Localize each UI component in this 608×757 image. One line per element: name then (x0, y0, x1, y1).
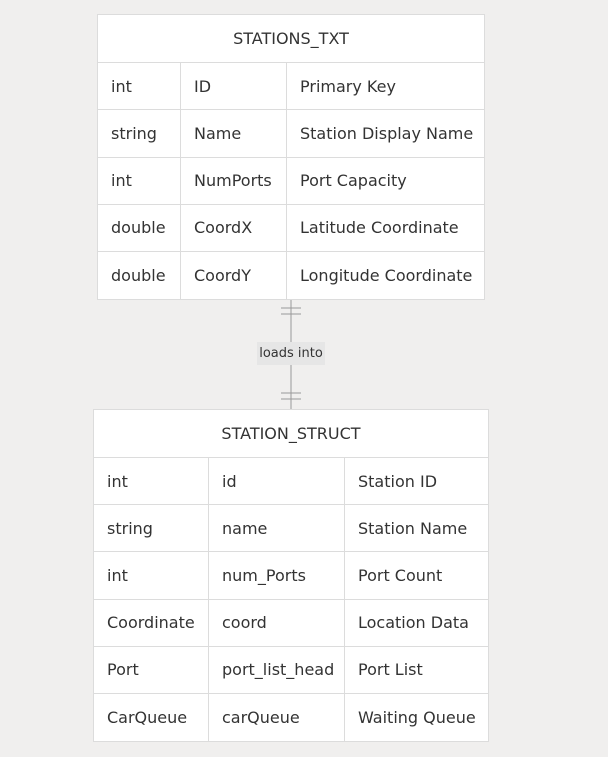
entity-attributes: int ID Primary Key string Name Station Displa… (98, 63, 484, 300)
attribute-description: Station Name (344, 505, 488, 552)
attribute-row: double CoordY Longitude Coordinate (98, 252, 484, 300)
relationship-label: loads into (257, 342, 325, 365)
attribute-type: string (111, 123, 157, 143)
attribute-description: Port Capacity (286, 157, 484, 204)
entity-attributes: int id Station ID string name Station Name int… (94, 458, 488, 742)
attribute-name: coord (208, 599, 344, 646)
attribute-description: Waiting Queue (344, 693, 488, 742)
attribute-name: carQueue (208, 693, 344, 742)
attribute-row: Port port_list_head Port List (94, 646, 488, 694)
attribute-type: int (107, 565, 128, 585)
attribute-type: double (111, 218, 166, 238)
attribute-name: port_list_head (208, 646, 344, 693)
attribute-type: int (107, 471, 128, 491)
attribute-row: int id Station ID (94, 458, 488, 506)
attribute-row: int num_Ports Port Count (94, 552, 488, 600)
entity-title: STATION_STRUCT (94, 410, 488, 458)
attribute-name: ID (180, 63, 286, 110)
attribute-type: string (107, 518, 153, 538)
attribute-description: Location Data (344, 599, 488, 646)
attribute-type: int (111, 76, 132, 96)
attribute-description: Station Display Name (286, 110, 484, 157)
entity-title: STATIONS_TXT (98, 15, 484, 63)
attribute-row: int NumPorts Port Capacity (98, 157, 484, 205)
attribute-description: Longitude Coordinate (286, 252, 484, 300)
attribute-name: NumPorts (180, 157, 286, 204)
entity-stations-txt: STATIONS_TXT int ID Primary Key string Name S… (97, 14, 485, 301)
attribute-name: Name (180, 110, 286, 157)
attribute-type: Port (107, 660, 139, 680)
attribute-name: CoordY (180, 252, 286, 300)
attribute-type: CarQueue (107, 708, 188, 728)
attribute-row: Coordinate coord Location Data (94, 599, 488, 647)
entity-station-struct: STATION_STRUCT int id Station ID string name… (93, 409, 489, 743)
attribute-name: name (208, 505, 344, 552)
attribute-description: Station ID (344, 458, 488, 505)
attribute-description: Port List (344, 646, 488, 693)
attribute-name: num_Ports (208, 552, 344, 599)
attribute-row: int ID Primary Key (98, 63, 484, 111)
attribute-description: Primary Key (286, 63, 484, 110)
attribute-description: Port Count (344, 552, 488, 599)
attribute-type: Coordinate (107, 613, 195, 633)
attribute-row: string name Station Name (94, 505, 488, 553)
attribute-description: Latitude Coordinate (286, 204, 484, 251)
attribute-row: double CoordX Latitude Coordinate (98, 204, 484, 252)
attribute-type: double (111, 266, 166, 286)
attribute-row: string Name Station Display Name (98, 110, 484, 158)
attribute-name: CoordX (180, 204, 286, 251)
attribute-row: CarQueue carQueue Waiting Queue (94, 693, 488, 742)
attribute-name: id (208, 458, 344, 505)
attribute-type: int (111, 171, 132, 191)
